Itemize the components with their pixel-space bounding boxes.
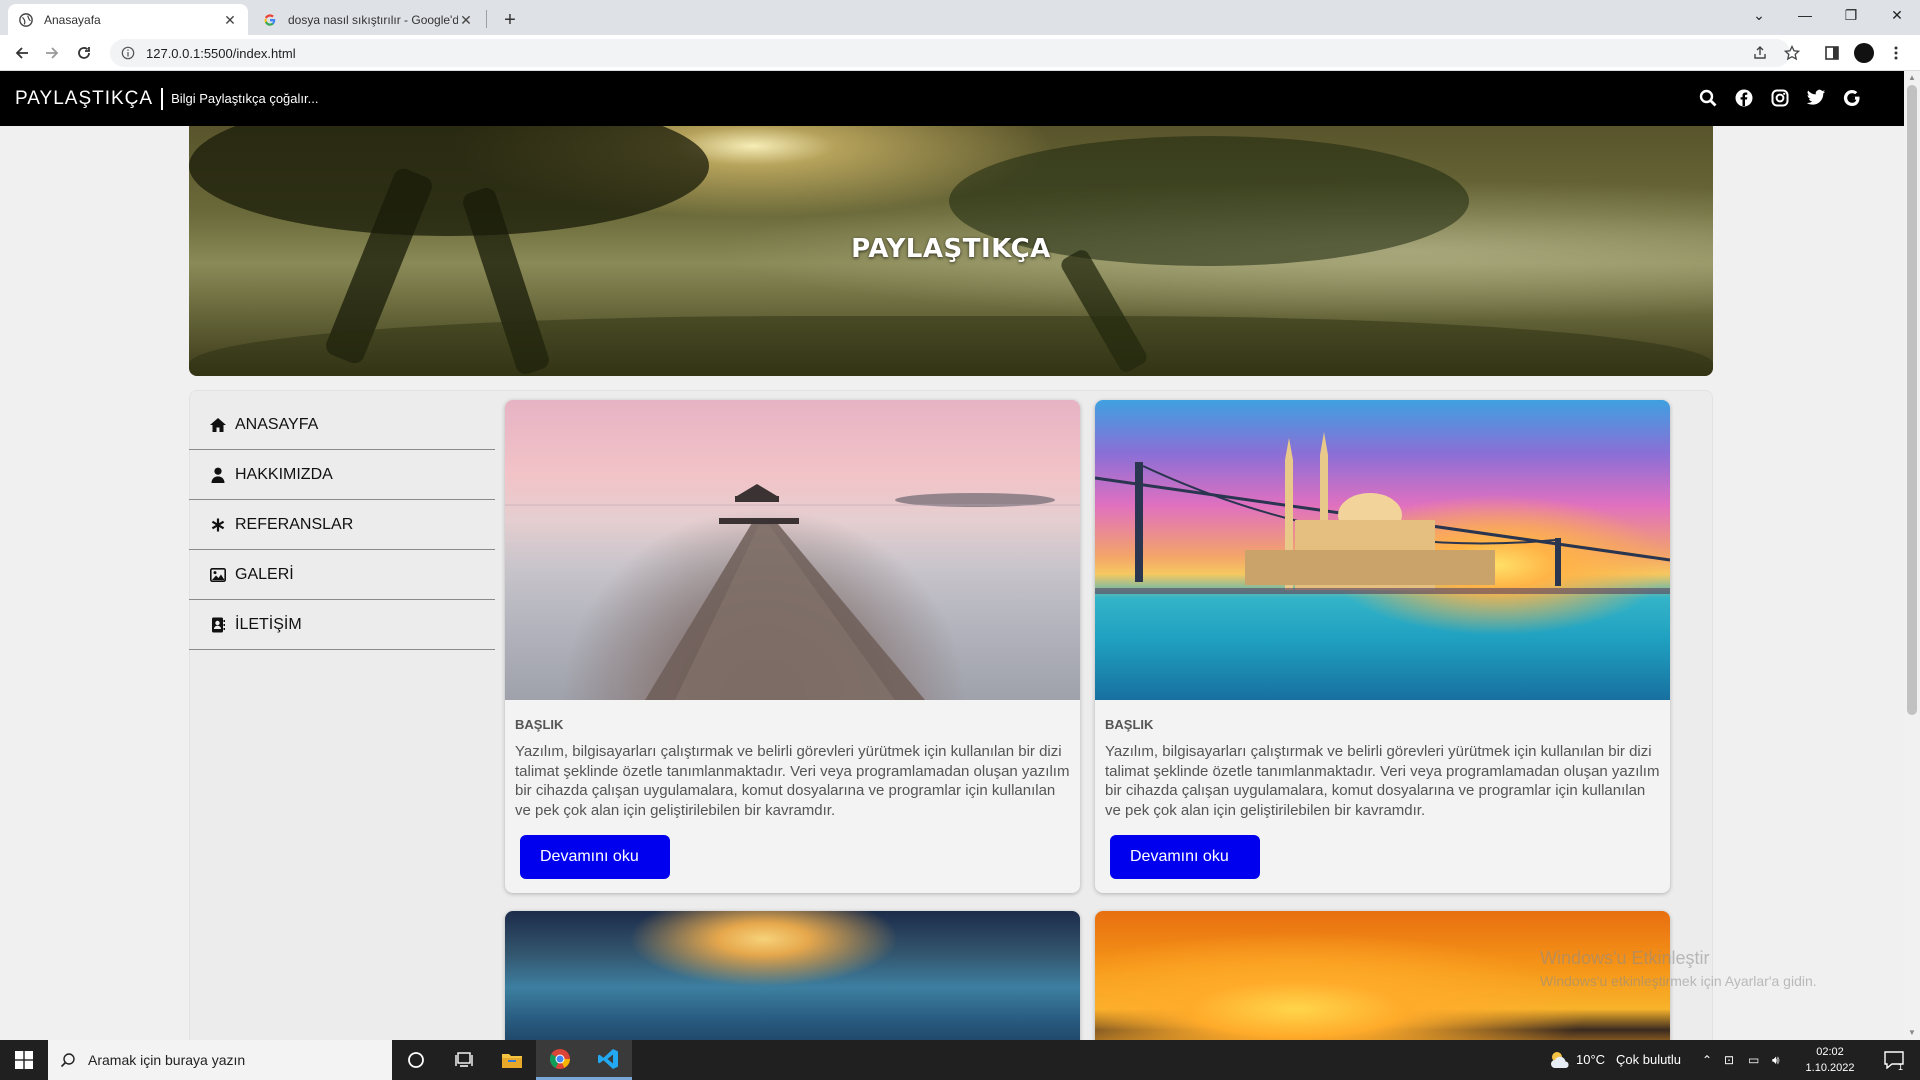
close-tab-icon[interactable]: ✕ [458,12,474,28]
cortana-icon[interactable] [392,1040,440,1080]
globe-icon [18,12,34,28]
brand-divider [161,87,164,110]
menu-item-galeri[interactable]: GALERİ [189,550,495,600]
card-title: BAŞLIK [1105,717,1154,732]
tab-title: dosya nasıl sıkıştırılır - Google'da [288,12,458,27]
side-menu: ANASAYFA HAKKIMIZDA REFERANSLAR GALERİ İ… [189,400,495,650]
chrome-taskbar-icon[interactable] [536,1040,584,1080]
file-explorer-icon[interactable] [488,1040,536,1080]
site-brand[interactable]: PAYLAŞTIKÇA [15,88,153,110]
share-icon[interactable] [1748,41,1772,65]
volume-icon[interactable]: 🔊︎ [1772,1040,1780,1080]
new-tab-button[interactable]: + [496,6,524,34]
vscode-taskbar-icon[interactable] [584,1040,632,1080]
asterisk-icon [209,516,227,534]
tab-search-icon[interactable]: ⌄ [1736,0,1782,30]
back-icon[interactable] [10,41,34,65]
image-icon [209,566,227,584]
user-icon [209,466,227,484]
minimize-button[interactable]: — [1782,0,1828,30]
network-icon[interactable]: ⊡ [1724,1040,1734,1080]
clock-time: 02:02 [1816,1046,1844,1058]
read-more-button[interactable]: Devamını oku [1110,835,1260,879]
activation-watermark-title: Windows'u Etkinleştir [1540,948,1710,968]
card-text: Yazılım, bilgisayarları çalıştırmak ve b… [515,743,1070,819]
hero-title: PAYLAŞTIKÇA [851,234,1051,264]
site-info-icon[interactable] [120,45,136,61]
article-card [505,911,1080,1040]
hero-banner: PAYLAŞTIKÇA [189,126,1713,376]
browser-tab-active[interactable]: Anasayafa ✕ [8,4,248,35]
facebook-icon[interactable] [1732,86,1756,110]
taskbar-clock[interactable]: 02:02 1.10.2022 [1800,1044,1860,1076]
tab-separator [486,10,487,28]
google-icon[interactable] [1840,86,1864,110]
profile-avatar[interactable] [1852,41,1876,65]
site-tagline: Bilgi Paylaştıkça çoğalır... [171,91,319,106]
browser-tab-inactive[interactable]: dosya nasıl sıkıştırılır - Google'da ✕ [252,4,484,35]
restore-button[interactable]: ❐ [1828,0,1874,30]
taskbar-search-input[interactable]: Aramak için buraya yazın [48,1040,392,1080]
menu-item-anasayfa[interactable]: ANASAYFA [189,400,495,450]
menu-item-label: HAKKIMIZDA [235,465,333,483]
taskbar-search-placeholder: Aramak için buraya yazın [88,1052,246,1068]
weather-temp: 10°C [1576,1052,1606,1067]
monitor-icon[interactable]: ▭ [1748,1040,1759,1080]
hero-ground [189,316,1713,376]
card-image-beach [505,911,1080,1040]
address-bar[interactable]: 127.0.0.1:5500/index.html [110,39,1790,67]
reload-icon[interactable] [72,41,96,65]
scroll-down-icon[interactable]: ▼ [1904,1026,1920,1040]
task-view-icon[interactable] [440,1040,488,1080]
menu-item-label: İLETİŞİM [235,615,302,633]
site-header: PAYLAŞTIKÇA Bilgi Paylaştıkça çoğalır... [0,71,1904,126]
tray-chevron-icon[interactable]: ⌃ [1702,1040,1712,1080]
card-image-mosque [1095,400,1670,700]
article-card: BAŞLIK Yazılım, bilgisayarları çalıştırm… [505,400,1080,893]
weather-text[interactable]: Çok bulutlu [1616,1040,1681,1080]
close-window-button[interactable]: ✕ [1874,0,1920,30]
notification-count: 1 [1898,1062,1904,1072]
page-scrollbar[interactable]: ▲ ▼ [1904,71,1920,1040]
browser-tabstrip: Anasayafa ✕ dosya nasıl sıkıştırılır - G… [0,0,1920,35]
side-panel-icon[interactable] [1820,41,1844,65]
close-tab-icon[interactable]: ✕ [222,12,238,28]
home-icon [209,416,227,434]
menu-item-referanslar[interactable]: REFERANSLAR [189,500,495,550]
tab-title: Anasayafa [44,12,101,27]
instagram-icon[interactable] [1768,86,1792,110]
scrollbar-thumb[interactable] [1907,85,1917,715]
page-viewport: PAYLAŞTIKÇA Bilgi Paylaştıkça çoğalır...… [0,71,1904,1040]
bookmark-star-icon[interactable] [1780,41,1804,65]
menu-item-label: REFERANSLAR [235,515,354,533]
twitter-icon[interactable] [1804,86,1828,110]
url-text: 127.0.0.1:5500/index.html [146,45,296,61]
read-more-button[interactable]: Devamını oku [520,835,670,879]
notification-icon[interactable]: 1 [1870,1040,1918,1080]
windows-taskbar: Aramak için buraya yazın 10°C Çok bulutl… [0,1040,1920,1080]
search-icon[interactable] [1696,86,1720,110]
browser-toolbar: 127.0.0.1:5500/index.html [0,35,1920,71]
menu-item-iletisim[interactable]: İLETİŞİM [189,600,495,650]
forward-icon[interactable] [40,41,64,65]
menu-item-label: GALERİ [235,565,294,583]
activation-watermark-text: Windows'u etkinleştirmek için Ayarlar'a … [1540,973,1817,989]
card-title: BAŞLIK [515,717,564,732]
windows-start-icon[interactable] [0,1040,48,1080]
google-icon [262,12,278,28]
hero-tree-canopy [189,126,709,236]
menu-item-hakkimizda[interactable]: HAKKIMIZDA [189,450,495,500]
clock-date: 1.10.2022 [1805,1062,1855,1074]
contact-book-icon [209,616,227,634]
card-image-pier [505,400,1080,700]
card-text: Yazılım, bilgisayarları çalıştırmak ve b… [1105,743,1660,819]
menu-item-label: ANASAYFA [235,415,319,433]
scroll-up-icon[interactable]: ▲ [1904,71,1920,85]
article-card: BAŞLIK Yazılım, bilgisayarları çalıştırm… [1095,400,1670,893]
browser-menu-icon[interactable] [1884,41,1908,65]
search-icon [60,1052,76,1068]
